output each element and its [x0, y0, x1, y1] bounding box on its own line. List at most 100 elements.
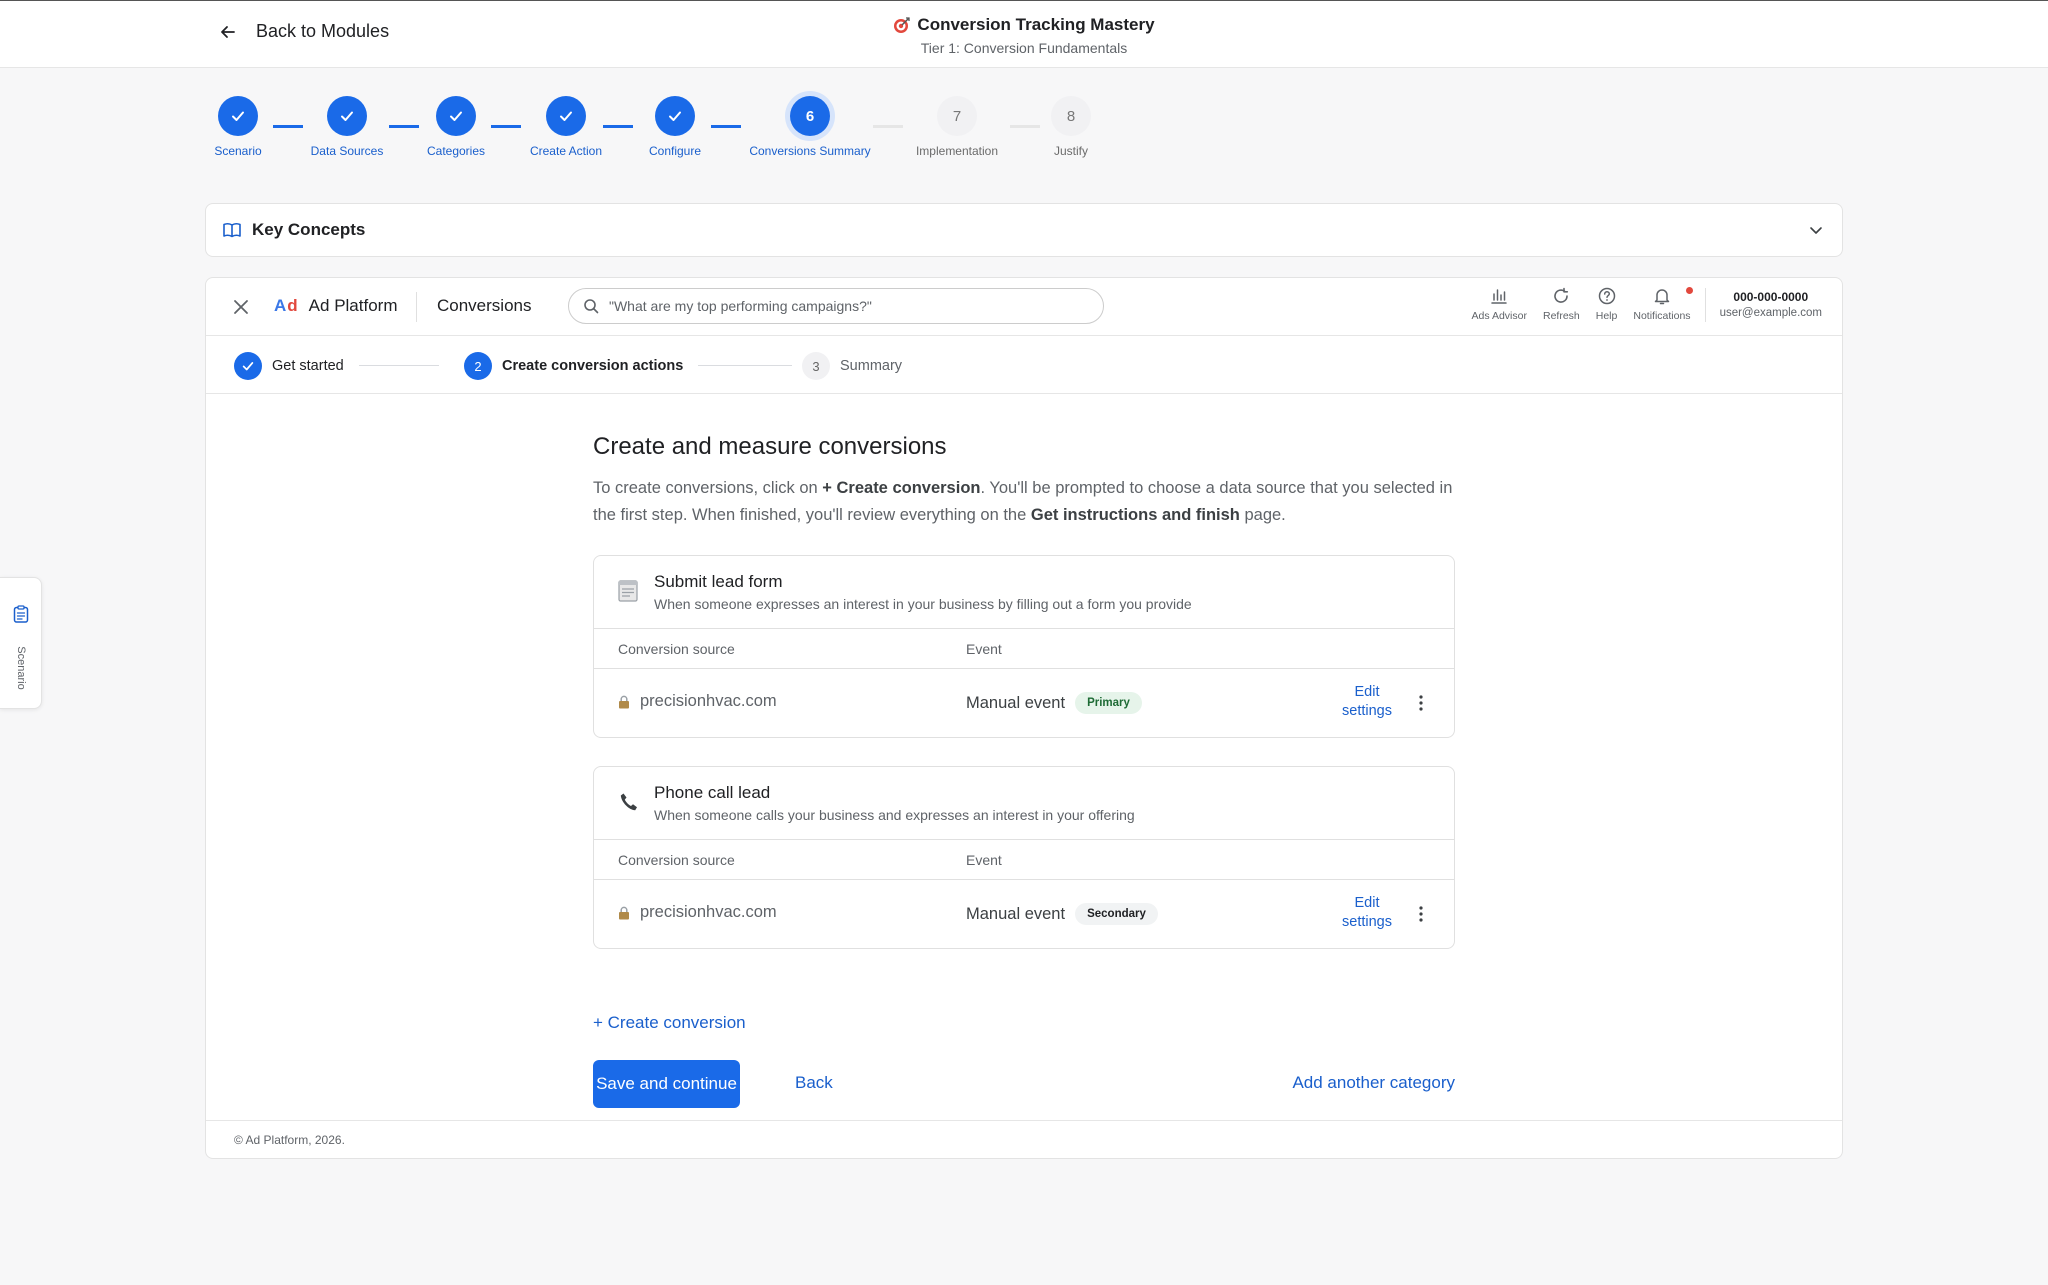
- close-icon[interactable]: [232, 298, 250, 316]
- platform-step-label: Get started: [272, 358, 344, 374]
- conversion-name: Submit lead form: [654, 572, 783, 591]
- status-badge: Secondary: [1075, 903, 1158, 925]
- search-placeholder: "What are my top performing campaigns?": [609, 298, 872, 314]
- help-icon: [1598, 287, 1615, 305]
- module-title-block: Conversion Tracking Mastery Tier 1: Conv…: [0, 15, 2048, 56]
- conversion-card-phone-call-lead: Phone call lead When someone calls your …: [593, 766, 1455, 949]
- platform-step-label: Create conversion actions: [502, 358, 684, 374]
- bar-chart-icon: [1491, 289, 1507, 304]
- lock-icon: [619, 906, 629, 919]
- column-header-event: Event: [966, 852, 1002, 868]
- platform-footer: © Ad Platform, 2026.: [206, 1120, 1842, 1158]
- divider: [416, 292, 417, 322]
- module-step-label: Conversions Summary: [749, 144, 871, 158]
- top-header: Back to Modules Conversion Tracking Mast…: [0, 0, 2048, 68]
- platform-step-summary[interactable]: 3 Summary: [802, 352, 902, 380]
- scenario-side-tab[interactable]: Scenario: [0, 577, 42, 709]
- more-vert-icon[interactable]: [1418, 904, 1424, 924]
- check-icon: [242, 362, 254, 371]
- platform-brand: Ad Ad Platform: [274, 296, 397, 316]
- main-content: Create and measure conversions To create…: [593, 433, 1455, 1108]
- search-input[interactable]: "What are my top performing campaigns?": [568, 288, 1104, 324]
- tool-label: Notifications: [1633, 310, 1691, 322]
- bell-icon: [1654, 289, 1670, 305]
- conversion-row: precisionhvac.com Manual event Secondary…: [594, 880, 1454, 950]
- module-step-number: 7: [937, 96, 977, 136]
- edit-settings-link[interactable]: Edit settings: [1334, 894, 1400, 932]
- conversion-event: Manual event: [966, 693, 1066, 712]
- conversion-description: When someone calls your business and exp…: [654, 807, 1135, 823]
- platform-name: Ad Platform: [308, 296, 398, 315]
- check-icon: [560, 111, 572, 121]
- section-title: Conversions: [437, 296, 532, 315]
- lock-icon: [619, 695, 629, 708]
- platform-step-get-started[interactable]: Get started: [234, 352, 344, 380]
- ads-advisor-button[interactable]: Ads Advisor: [1472, 286, 1527, 322]
- book-icon: [223, 223, 241, 238]
- form-icon: [618, 580, 638, 602]
- account-switcher[interactable]: 000-000-0000 user@example.com: [1712, 286, 1842, 319]
- add-another-category-link[interactable]: Add another category: [1292, 1073, 1455, 1093]
- account-number: 000-000-0000: [1733, 290, 1809, 304]
- platform-step-number: 2: [464, 352, 492, 380]
- step-connector: [359, 365, 439, 366]
- module-step-label: Justify: [1053, 144, 1088, 158]
- column-headers: Conversion source Event: [594, 840, 1454, 880]
- module-title: Conversion Tracking Mastery: [917, 15, 1155, 34]
- back-button[interactable]: Back: [795, 1073, 833, 1093]
- column-header-source: Conversion source: [618, 852, 735, 868]
- notification-dot: [1685, 287, 1693, 294]
- module-step-conversions-summary[interactable]: 6 Conversions Summary: [730, 96, 890, 158]
- platform-tools: Ads Advisor Refresh Help Notifications 0…: [1464, 286, 1842, 330]
- divider: [1704, 288, 1706, 322]
- page-title: Create and measure conversions: [593, 433, 947, 460]
- module-step-number: 8: [1051, 96, 1091, 136]
- module-step-number: 6: [790, 96, 830, 136]
- edit-settings-link[interactable]: Edit settings: [1334, 683, 1400, 721]
- ad-platform-logo: Ad: [274, 296, 299, 315]
- platform-step-create-conversion-actions[interactable]: 2 Create conversion actions: [464, 352, 683, 380]
- more-vert-icon[interactable]: [1418, 693, 1424, 713]
- column-headers: Conversion source Event: [594, 629, 1454, 669]
- refresh-button[interactable]: Refresh: [1543, 286, 1580, 322]
- column-header-event: Event: [966, 641, 1002, 657]
- phone-icon: [620, 793, 637, 811]
- status-badge: Primary: [1075, 692, 1142, 714]
- conversion-row: precisionhvac.com Manual event Primary E…: [594, 669, 1454, 739]
- platform-toolbar: Ad Ad Platform Conversions "What are my …: [206, 278, 1842, 336]
- ad-platform-panel: Ad Ad Platform Conversions "What are my …: [205, 277, 1843, 1159]
- conversion-event: Manual event: [966, 904, 1066, 923]
- intro-text: To create conversions, click on + Create…: [593, 479, 1453, 524]
- account-email: user@example.com: [1719, 307, 1822, 319]
- conversion-description: When someone expresses an interest in yo…: [654, 596, 1192, 612]
- help-button[interactable]: Help: [1595, 286, 1618, 322]
- create-conversion-link[interactable]: + Create conversion: [593, 1013, 746, 1033]
- refresh-icon: [1554, 287, 1569, 303]
- check-icon: [341, 111, 353, 121]
- platform-stepper: Get started 2 Create conversion actions …: [206, 336, 1842, 394]
- notifications-button[interactable]: Notifications: [1633, 286, 1693, 322]
- module-stepper: Scenario Data Sources Categories Create …: [0, 96, 2048, 160]
- target-icon: [894, 17, 911, 33]
- conversion-source: precisionhvac.com: [640, 903, 777, 921]
- module-step-justify[interactable]: 8 Justify: [991, 96, 1151, 158]
- side-tab-label: Scenario: [15, 646, 27, 690]
- platform-step-label: Summary: [840, 358, 903, 374]
- tool-label: Refresh: [1542, 310, 1580, 322]
- check-icon: [232, 111, 244, 121]
- chevron-down-icon[interactable]: [1806, 220, 1826, 240]
- check-icon: [450, 111, 462, 121]
- clipboard-icon: [13, 605, 29, 623]
- tool-label: Help: [1595, 310, 1618, 322]
- module-subtitle: Tier 1: Conversion Fundamentals: [920, 40, 1128, 56]
- platform-step-number: 3: [802, 352, 830, 380]
- key-concepts-accordion[interactable]: Key Concepts: [205, 203, 1843, 257]
- conversion-name: Phone call lead: [654, 783, 771, 802]
- column-header-source: Conversion source: [618, 641, 735, 657]
- save-and-continue-button[interactable]: Save and continue: [593, 1060, 740, 1108]
- check-icon: [669, 111, 681, 121]
- step-connector: [698, 365, 792, 366]
- tool-label: Ads Advisor: [1471, 310, 1527, 322]
- search-icon: [584, 299, 599, 314]
- conversion-source: precisionhvac.com: [640, 692, 777, 710]
